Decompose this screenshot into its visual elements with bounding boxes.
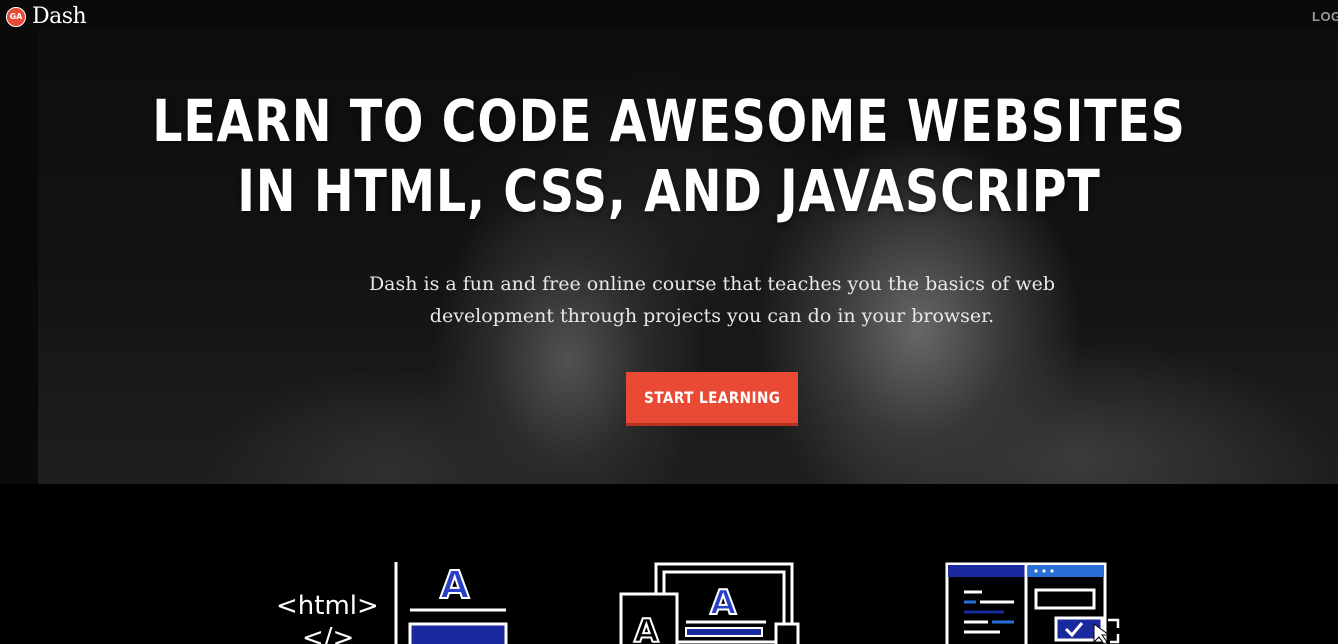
subtitle-line-2: development through projects you can do … bbox=[429, 305, 995, 327]
html-code-icon: <html> </> A bbox=[276, 562, 508, 644]
headline-line-1: LEARN TO CODE AWESOME WEBSITES bbox=[152, 87, 1186, 155]
login-link[interactable]: LOGIN bbox=[1312, 9, 1338, 24]
hero-section: LEARN TO CODE AWESOME WEBSITES IN HTML, … bbox=[0, 0, 1338, 484]
browser-javascript-icon bbox=[945, 562, 1120, 644]
layout-css-icon: A A bbox=[619, 562, 800, 644]
start-learning-label: START LEARNING bbox=[643, 388, 781, 407]
layout-icon-letter: A bbox=[710, 583, 737, 623]
html-icon-text-2: </> bbox=[302, 623, 354, 644]
html-icon-letter: A bbox=[440, 563, 470, 607]
start-learning-button[interactable]: START LEARNING bbox=[626, 372, 798, 423]
ga-logo-icon: GA bbox=[6, 6, 26, 27]
brand-logo-link[interactable]: GA Dash bbox=[6, 4, 87, 29]
hero-headline: LEARN TO CODE AWESOME WEBSITES IN HTML, … bbox=[120, 86, 1217, 226]
subtitle-line-1: Dash is a fun and free online course tha… bbox=[368, 273, 1056, 295]
html-icon-text: <html> bbox=[276, 591, 379, 621]
features-section: <html> </> A A A bbox=[0, 484, 1338, 644]
headline-line-2: IN HTML, CSS, AND JAVASCRIPT bbox=[237, 157, 1101, 225]
top-navigation: GA Dash LOGIN bbox=[0, 0, 1338, 36]
brand-name: Dash bbox=[32, 4, 87, 29]
hero-subtitle: Dash is a fun and free online course tha… bbox=[345, 268, 1079, 332]
layout-icon-small-letter: A bbox=[634, 612, 659, 644]
